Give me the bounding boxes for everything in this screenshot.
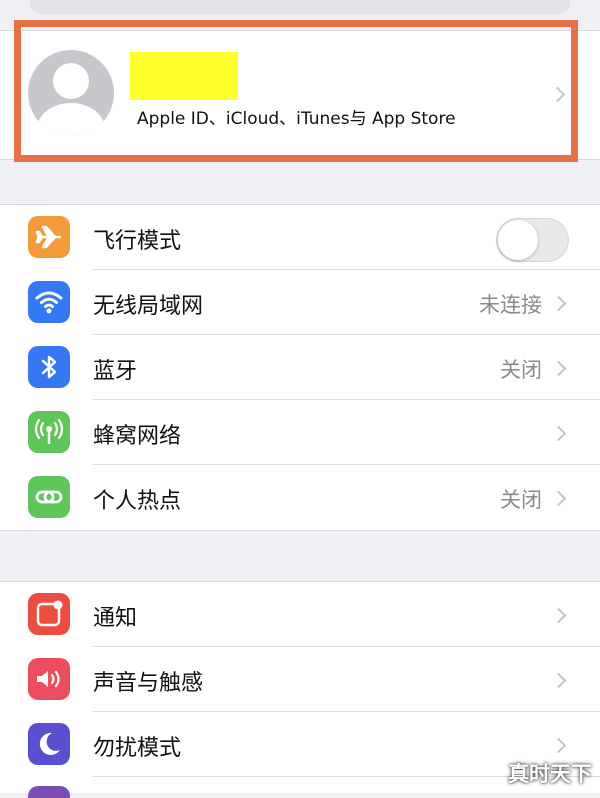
settings-row-bluetooth[interactable]: 蓝牙 关闭	[0, 335, 600, 400]
settings-row-label: 声音与触感	[93, 671, 204, 696]
settings-row-cellular[interactable]: 蜂窝网络	[0, 400, 600, 465]
toggle-knob	[498, 220, 538, 260]
settings-row-value: 未连接	[479, 293, 542, 317]
watermark-text: 真时天下	[508, 762, 592, 786]
hotspot-icon	[28, 476, 70, 518]
settings-row-airplane-mode[interactable]: 飞行模式	[0, 205, 600, 270]
notifications-icon	[28, 593, 70, 635]
moon-icon	[28, 723, 70, 765]
settings-row-sounds-haptics[interactable]: 声音与触感	[0, 647, 600, 712]
settings-row-value: 关闭	[500, 358, 542, 382]
settings-row-label: 个人热点	[93, 489, 182, 514]
sound-icon	[28, 658, 70, 700]
cellular-icon	[28, 411, 70, 453]
bluetooth-icon	[28, 346, 70, 388]
settings-row-label: 蓝牙	[93, 359, 138, 384]
avatar-shoulders-shape	[37, 103, 105, 136]
chevron-right-icon	[550, 607, 567, 624]
settings-row-label: 蜂窝网络	[93, 424, 182, 449]
settings-row-label: 勿扰模式	[93, 736, 182, 761]
search-bar-edge	[30, 0, 570, 14]
chevron-right-icon	[550, 425, 567, 442]
airplane-mode-toggle[interactable]	[496, 218, 569, 262]
connectivity-settings-group: 飞行模式 无线局域网 未连接 蓝牙 关闭 蜂窝网络 个人热点 关闭	[0, 204, 600, 531]
next-row-icon-peek	[28, 786, 70, 798]
apple-id-subtitle: Apple ID、iCloud、iTunes与 App Store	[137, 109, 456, 129]
chevron-right-icon	[550, 672, 567, 689]
settings-row-label: 无线局域网	[93, 294, 204, 319]
avatar	[28, 50, 114, 136]
wifi-icon	[28, 281, 70, 323]
settings-row-label: 飞行模式	[93, 229, 182, 254]
chevron-right-icon	[550, 490, 567, 507]
name-redaction-highlight	[130, 52, 238, 100]
avatar-head-shape	[53, 63, 89, 99]
chevron-right-icon	[550, 737, 567, 754]
settings-row-label: 通知	[93, 606, 138, 631]
settings-row-wifi[interactable]: 无线局域网 未连接	[0, 270, 600, 335]
settings-row-value: 关闭	[500, 488, 542, 512]
airplane-icon	[28, 216, 70, 258]
chevron-right-icon	[550, 360, 567, 377]
settings-row-personal-hotspot[interactable]: 个人热点 关闭	[0, 465, 600, 530]
chevron-right-icon	[550, 295, 567, 312]
settings-row-notifications[interactable]: 通知	[0, 582, 600, 647]
